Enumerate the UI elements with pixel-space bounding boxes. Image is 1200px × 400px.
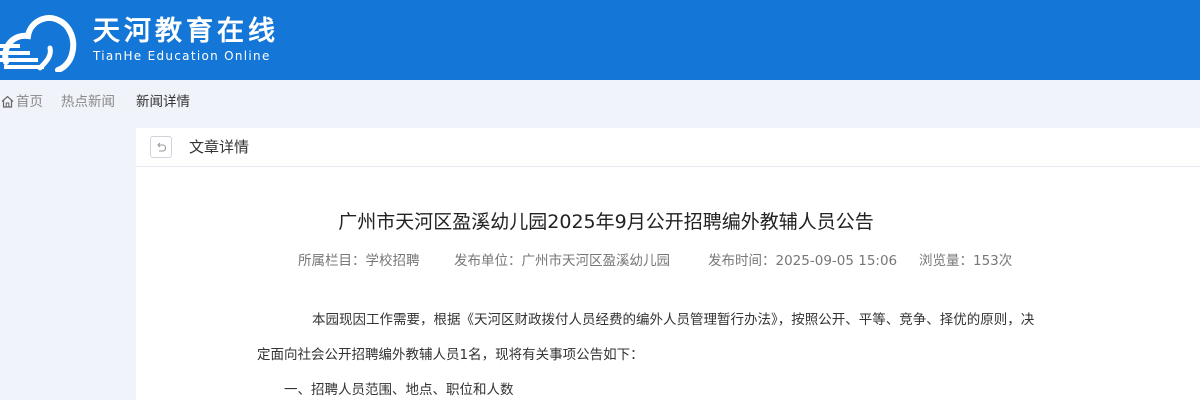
meta-column: 所属栏目：学校招聘: [298, 253, 420, 269]
back-button[interactable]: [150, 136, 172, 158]
breadcrumb-home[interactable]: 首页: [16, 92, 43, 112]
paragraph: 本园现因工作需要，根据《天河区财政拨付人员经费的编外人员管理暂行办法》，按照公开…: [312, 312, 1035, 328]
article-title: 广州市天河区盈溪幼儿园2025年9月公开招聘编外教辅人员公告: [338, 211, 874, 233]
meta-publisher: 发布单位：广州市天河区盈溪幼儿园: [454, 253, 670, 269]
site-subtitle: TianHe Education Online: [93, 49, 271, 63]
undo-arrow-icon: [157, 142, 167, 152]
site-header: 天河教育在线 TianHe Education Online: [0, 0, 1200, 80]
site-title[interactable]: 天河教育在线: [93, 14, 279, 50]
meta-views: 浏览量：153次: [919, 253, 1013, 269]
home-icon[interactable]: [1, 95, 14, 108]
meta-publish-time: 发布时间：2025-09-05 15:06: [708, 253, 898, 269]
section-heading: 一、招聘人员范围、地点、职位和人数: [284, 382, 514, 398]
article-body: 广州市天河区盈溪幼儿园2025年9月公开招聘编外教辅人员公告 所属栏目：学校招聘…: [136, 167, 1200, 400]
article-panel-header: 文章详情: [136, 128, 1200, 167]
paragraph: 定面向社会公开招聘编外教辅人员1名，现将有关事项公告如下：: [257, 347, 644, 363]
cloud-wave-icon[interactable]: [0, 10, 80, 72]
panel-title: 文章详情: [189, 138, 250, 156]
breadcrumb-news-detail: 新闻详情: [136, 94, 190, 110]
breadcrumb-hot-news[interactable]: 热点新闻: [61, 92, 115, 112]
